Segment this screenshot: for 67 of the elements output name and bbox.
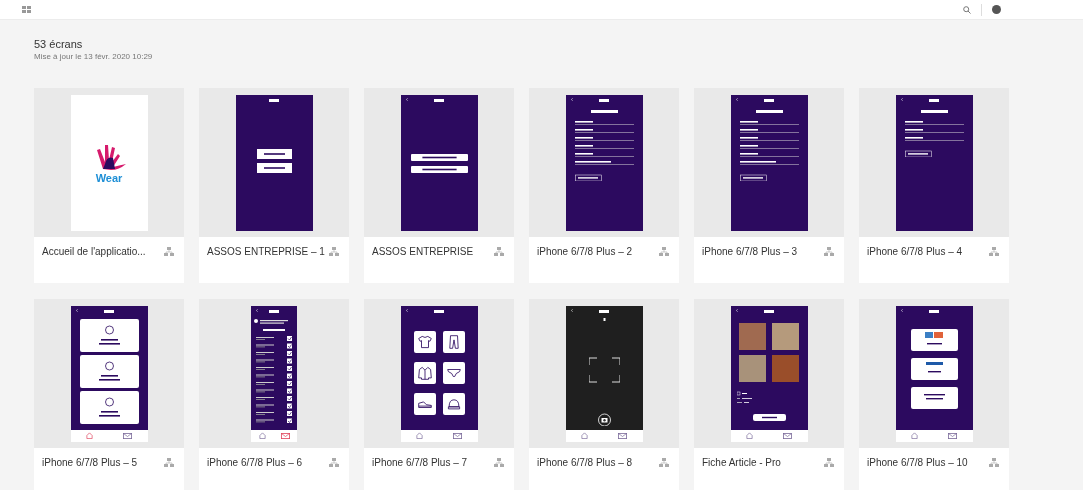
- screen-name[interactable]: iPhone 6/7/8 Plus – 4: [867, 245, 963, 259]
- flow-icon: [659, 457, 669, 468]
- title-bar-drawing: [929, 98, 939, 102]
- flow-icon: [164, 246, 174, 257]
- screen-name[interactable]: Fiche Article - Pro: [702, 456, 781, 470]
- preview-area[interactable]: [199, 298, 349, 448]
- home-icon[interactable]: [580, 432, 588, 440]
- mail-icon[interactable]: [453, 432, 463, 439]
- mail-icon[interactable]: [948, 432, 958, 439]
- screen-name[interactable]: ASSOS ENTREPRISE: [372, 245, 474, 259]
- flow-icon: [989, 246, 999, 257]
- flow-icon: [659, 246, 669, 257]
- screen-name[interactable]: iPhone 6/7/8 Plus – 7: [372, 456, 468, 470]
- screen-count: 53 écrans: [34, 38, 83, 52]
- screen-name[interactable]: iPhone 6/7/8 Plus – 8: [537, 456, 633, 470]
- title-bar-drawing: [599, 98, 609, 102]
- flow-icon: [824, 457, 834, 468]
- flow-icon: [494, 246, 504, 257]
- flow-icon: [164, 457, 174, 468]
- preview-area[interactable]: [859, 87, 1009, 237]
- title-bar-drawing: [269, 309, 279, 313]
- flow-icon: [329, 457, 339, 468]
- preview-area[interactable]: [34, 298, 184, 448]
- title-bar-drawing: [269, 98, 279, 102]
- preview-area[interactable]: [694, 298, 844, 448]
- screen-name[interactable]: iPhone 6/7/8 Plus – 2: [537, 245, 633, 259]
- screen-name[interactable]: iPhone 6/7/8 Plus – 6: [207, 456, 303, 470]
- preview-area[interactable]: [529, 298, 679, 448]
- logo-text: Wear: [95, 172, 123, 184]
- grid-icon[interactable]: [22, 6, 31, 13]
- preview-area[interactable]: [364, 87, 514, 237]
- mail-icon[interactable]: [280, 432, 290, 439]
- flow-icon: [824, 246, 834, 257]
- title-bar-drawing: [104, 309, 114, 313]
- flow-icon: [989, 457, 999, 468]
- title-bar-drawing: [764, 309, 774, 313]
- choice-buttons-drawing: [410, 153, 468, 173]
- screen-name[interactable]: ASSOS ENTREPRISE – 1: [207, 245, 325, 259]
- title-bar-drawing: [434, 309, 444, 313]
- home-icon[interactable]: [910, 432, 918, 440]
- screen-name[interactable]: Accueil de l'applicatio...: [42, 245, 146, 259]
- preview-area[interactable]: [859, 298, 1009, 448]
- title-bar-drawing: [764, 98, 774, 102]
- title-bar-drawing: [599, 309, 609, 313]
- preview-area[interactable]: Wear: [34, 87, 184, 237]
- search-icon[interactable]: [963, 5, 971, 14]
- flow-icon: [494, 457, 504, 468]
- home-icon[interactable]: [258, 432, 266, 440]
- preview-area[interactable]: [529, 87, 679, 237]
- preview-area[interactable]: [364, 298, 514, 448]
- profile-icon[interactable]: [992, 5, 1001, 14]
- screen-name[interactable]: iPhone 6/7/8 Plus – 5: [42, 456, 138, 470]
- mail-icon[interactable]: [123, 432, 133, 439]
- flow-icon: [329, 246, 339, 257]
- title-bar-drawing: [929, 309, 939, 313]
- update-date: Mise à jour le 13 févr. 2020 10:29: [34, 51, 153, 62]
- preview-area[interactable]: [694, 87, 844, 237]
- choice-buttons-drawing: [256, 148, 292, 173]
- home-icon[interactable]: [415, 432, 423, 440]
- title-bar-drawing: [434, 98, 444, 102]
- screen-name[interactable]: iPhone 6/7/8 Plus – 3: [702, 245, 798, 259]
- mail-icon[interactable]: [618, 432, 628, 439]
- home-icon[interactable]: [85, 432, 93, 440]
- home-icon[interactable]: [745, 432, 753, 440]
- screen-name[interactable]: iPhone 6/7/8 Plus – 10: [867, 456, 968, 470]
- preview-area[interactable]: [199, 87, 349, 237]
- mail-icon[interactable]: [783, 432, 793, 439]
